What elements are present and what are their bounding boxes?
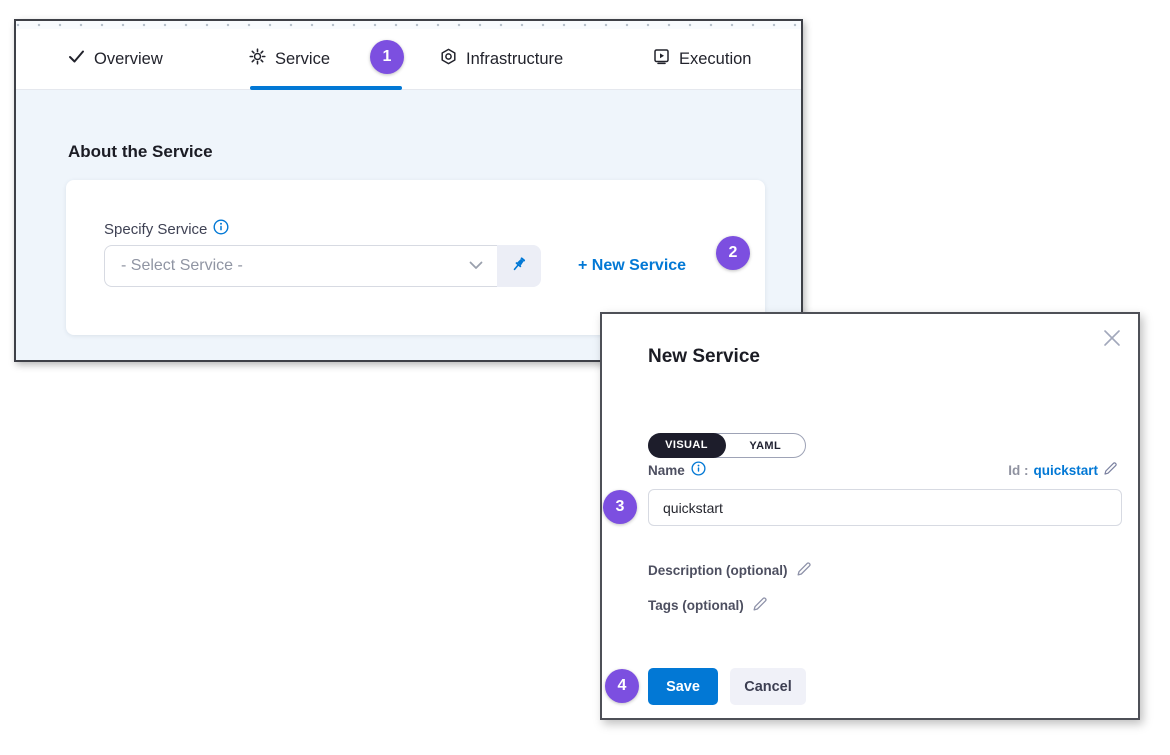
info-icon[interactable] <box>213 219 229 239</box>
specify-service-label: Specify Service <box>104 219 229 239</box>
section-heading: About the Service <box>68 142 213 162</box>
tab-overview[interactable]: Overview <box>68 29 163 89</box>
new-service-modal: New Service VISUAL YAML Name Id : quicks… <box>600 312 1140 720</box>
step-badge-3: 3 <box>603 490 637 524</box>
screenshot-stage: Overview Service <box>0 0 1170 755</box>
execution-icon <box>653 48 670 70</box>
service-setup-panel: Overview Service <box>14 19 803 362</box>
chevron-down-icon <box>469 257 483 275</box>
gear-icon <box>249 48 266 70</box>
info-icon[interactable] <box>691 461 706 479</box>
tab-overview-label: Overview <box>94 50 163 69</box>
tab-infrastructure[interactable]: Infrastructure <box>440 29 563 89</box>
tab-service[interactable]: Service <box>249 29 330 89</box>
pushpin-icon <box>510 255 528 278</box>
description-label: Description (optional) <box>648 561 812 580</box>
check-icon <box>68 48 85 70</box>
service-id-line: Id : quickstart <box>1008 461 1118 479</box>
step-badge-4: 4 <box>605 669 639 703</box>
toggle-yaml[interactable]: YAML <box>726 434 806 457</box>
ruler-tick-strip <box>16 21 801 29</box>
service-select-placeholder: - Select Service - <box>121 257 243 275</box>
edit-pencil-icon[interactable] <box>1103 461 1118 479</box>
edit-pencil-icon[interactable] <box>796 561 812 580</box>
modal-title: New Service <box>648 346 760 368</box>
visual-yaml-toggle: VISUAL YAML <box>648 433 806 458</box>
save-button[interactable]: Save <box>648 668 718 705</box>
tags-label: Tags (optional) <box>648 596 768 615</box>
tab-execution[interactable]: Execution <box>653 29 751 89</box>
close-icon[interactable] <box>1102 328 1122 348</box>
infrastructure-icon <box>440 48 457 70</box>
new-service-link[interactable]: + New Service <box>578 257 686 275</box>
step-badge-1: 1 <box>370 40 404 74</box>
step-badge-2: 2 <box>716 236 750 270</box>
tab-infrastructure-label: Infrastructure <box>466 50 563 69</box>
tab-execution-label: Execution <box>679 50 751 69</box>
tab-service-label: Service <box>275 50 330 69</box>
name-label: Name <box>648 461 706 479</box>
cancel-button[interactable]: Cancel <box>730 668 806 705</box>
service-select-group: - Select Service - <box>104 245 541 287</box>
name-input[interactable] <box>648 489 1122 526</box>
service-select[interactable]: - Select Service - <box>104 245 497 287</box>
id-value-link[interactable]: quickstart <box>1033 463 1098 478</box>
stage-tab-bar: Overview Service <box>16 29 801 89</box>
pin-service-button[interactable] <box>497 245 541 287</box>
toggle-visual[interactable]: VISUAL <box>648 433 726 458</box>
edit-pencil-icon[interactable] <box>752 596 768 615</box>
id-label: Id : <box>1008 463 1028 478</box>
